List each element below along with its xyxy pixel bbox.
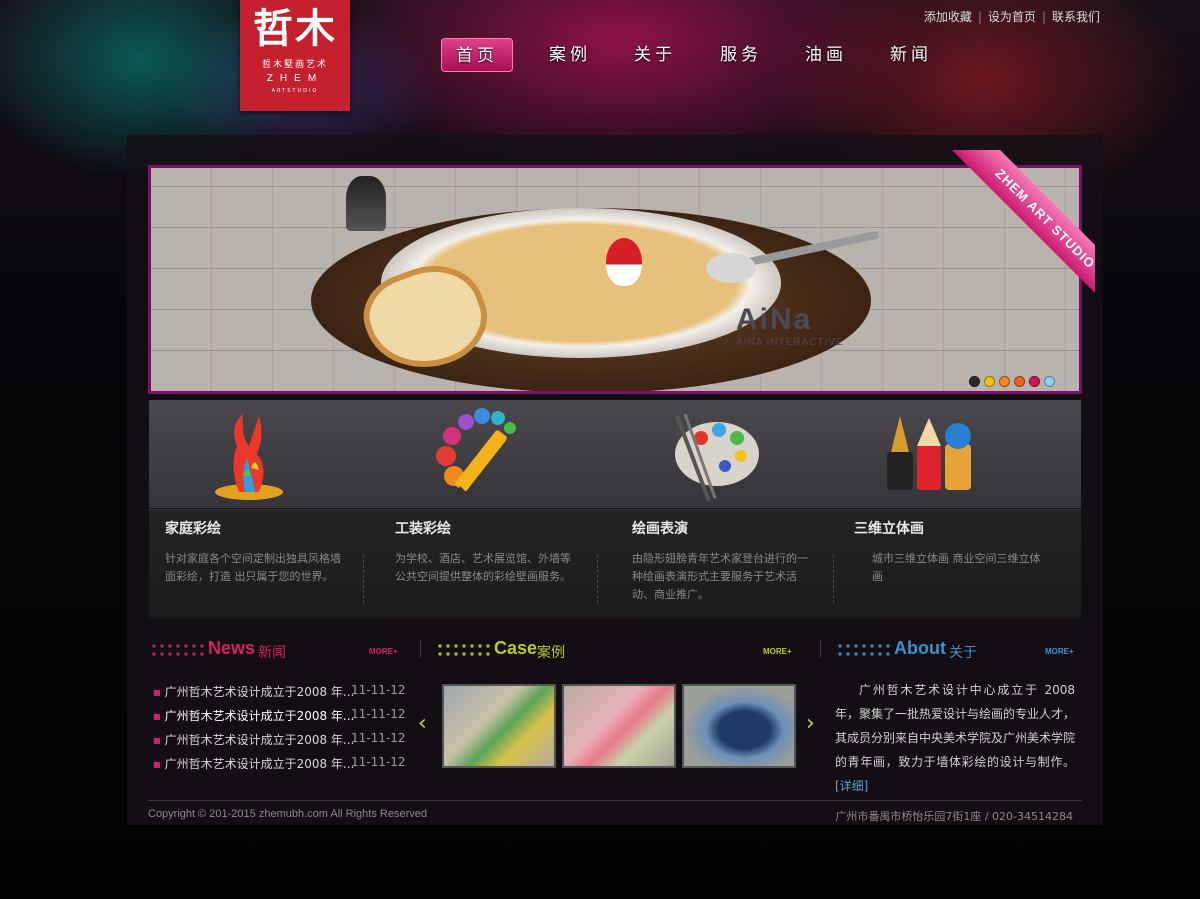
about-title-cn: 关于 xyxy=(949,645,977,661)
news-item-title[interactable]: 广州哲木艺术设计成立于2008 年... xyxy=(165,709,355,723)
sparkle-decoration xyxy=(436,642,492,658)
services-panel: 家庭彩绘 针对家庭各个空间定制出独具风格墙面彩绘，打造 出只属于您的世界。 工装… xyxy=(148,399,1082,619)
service-title-home[interactable]: 家庭彩绘 xyxy=(165,518,221,538)
contact-link[interactable]: 联系我们 xyxy=(1052,10,1100,24)
news-item-title[interactable]: 广州哲木艺术设计成立于2008 年... xyxy=(165,733,355,747)
case-next-arrow-icon[interactable]: › xyxy=(806,711,815,736)
nav-cases[interactable]: 案例 xyxy=(534,38,606,72)
news-item[interactable]: ■ 广州哲木艺术设计成立于2008 年... 11-11-12 xyxy=(153,683,406,707)
case-thumbnail[interactable] xyxy=(442,684,556,768)
case-header: Case 案例 xyxy=(436,638,696,662)
service-text-commercial: 为学校、酒店、艺术展览馆、外墙等公共空间提供整体的彩绘壁画服务。 xyxy=(395,552,571,583)
about-body: 广州哲木艺术设计中心成立于 2008 年，聚集了一批热爱设计与绘画的专业人才，其… xyxy=(835,683,1076,769)
pen-pencil-brush-icon xyxy=(887,416,971,490)
news-item-title[interactable]: 广州哲木艺术设计成立于2008 年... xyxy=(165,685,355,699)
about-header: About 关于 xyxy=(836,638,1076,662)
about-more-link[interactable]: MORE+ xyxy=(1045,647,1074,656)
sparkle-decoration xyxy=(150,642,206,658)
nav-oil-painting[interactable]: 油画 xyxy=(790,38,862,72)
news-item-date: 11-11-12 xyxy=(351,683,406,697)
set-homepage-link[interactable]: 设为首页 xyxy=(988,10,1036,24)
about-detail-link[interactable]: [详细] xyxy=(835,779,868,793)
slider-dot[interactable] xyxy=(984,376,995,387)
palette-icon xyxy=(675,413,759,502)
paint-splash-icon xyxy=(215,414,283,500)
slider-dot[interactable] xyxy=(1014,376,1025,387)
case-more-link[interactable]: MORE+ xyxy=(763,647,792,656)
case-thumbnail[interactable] xyxy=(682,684,796,768)
copyright: Copyright © 201-2015 zhemubh.com All Rig… xyxy=(148,808,427,820)
nav-home[interactable]: 首页 xyxy=(441,38,513,72)
banner-person xyxy=(346,176,386,231)
corner-ribbon: ZHEM ART STUDIO xyxy=(940,150,1095,300)
add-favorite-link[interactable]: 添加收藏 xyxy=(924,10,972,24)
slider-dot[interactable] xyxy=(1044,376,1055,387)
case-thumbnail[interactable] xyxy=(562,684,676,768)
case-prev-arrow-icon[interactable]: ‹ xyxy=(418,711,427,736)
service-title-3d[interactable]: 三维立体画 xyxy=(854,518,924,538)
news-title-en: News xyxy=(208,638,256,658)
news-item[interactable]: ■ 广州哲木艺术设计成立于2008 年... 11-11-12 xyxy=(153,731,406,755)
slider-dot[interactable] xyxy=(969,376,980,387)
brand-subtitle: AINA INTERACTIVE xyxy=(736,337,844,348)
top-links: 添加收藏 | 设为首页 | 联系我们 xyxy=(923,10,1100,24)
news-item-date: 11-11-12 xyxy=(351,755,406,769)
logo-subtitle: 哲木墅画艺术 xyxy=(261,60,328,70)
services-divider xyxy=(149,508,1081,509)
news-more-link[interactable]: MORE+ xyxy=(369,647,398,656)
nav-services[interactable]: 服务 xyxy=(705,38,777,72)
banner-spoon-head xyxy=(706,253,756,283)
news-item-date: 11-11-12 xyxy=(351,731,406,745)
case-title-en: Case xyxy=(494,638,538,658)
news-item-date: 11-11-12 xyxy=(351,707,406,721)
brand-logo: AiNa xyxy=(736,303,813,336)
pencil-color-wheel-icon xyxy=(436,408,516,498)
news-item[interactable]: ■ 广州哲木艺术设计成立于2008 年... 11-11-12 xyxy=(153,707,406,731)
logo-en-sub: ARTSTUDIO xyxy=(271,88,319,94)
footer-line xyxy=(148,800,1082,801)
news-item-title[interactable]: 广州哲木艺术设计成立于2008 年... xyxy=(165,757,355,771)
banner-bobber xyxy=(606,238,642,286)
service-separator xyxy=(833,555,834,603)
service-separator xyxy=(597,555,598,603)
column-separator xyxy=(420,640,421,658)
sparkle-decoration xyxy=(836,642,892,658)
service-title-commercial[interactable]: 工装彩绘 xyxy=(395,518,451,538)
nav-about[interactable]: 关于 xyxy=(619,38,691,72)
slider-dot[interactable] xyxy=(999,376,1010,387)
logo-title: 哲木 xyxy=(253,5,337,52)
case-title-cn: 案例 xyxy=(537,645,565,661)
news-item[interactable]: ■ 广州哲木艺术设计成立于2008 年... 11-11-12 xyxy=(153,755,406,779)
logo[interactable]: 哲木 哲木墅画艺术 ZHEM ARTSTUDIO xyxy=(240,0,350,111)
about-text: 广州哲木艺术设计中心成立于 2008 年，聚集了一批热爱设计与绘画的专业人才，其… xyxy=(835,678,1075,798)
logo-en: ZHEM xyxy=(266,73,324,84)
nav-news[interactable]: 新闻 xyxy=(875,38,947,72)
service-text-3d: 城市三维立体画 商业空间三维立体画 xyxy=(872,552,1041,583)
service-separator xyxy=(363,555,364,603)
column-separator xyxy=(820,640,821,658)
service-text-performance: 由隐形翅膀青年艺术家登台进行的一种绘画表演形式主要服务于艺术活动、商业推广。 xyxy=(632,552,808,601)
service-text-home: 针对家庭各个空间定制出独具风格墙面彩绘，打造 出只属于您的世界。 xyxy=(165,552,341,583)
address: 广州市番禺市桥怡乐园7街1座 / 020-34514284 xyxy=(835,810,1073,823)
about-title-en: About xyxy=(894,638,946,658)
news-title-cn: 新闻 xyxy=(258,645,286,661)
banner-brand: AiNa AINA INTERACTIVE xyxy=(736,303,844,348)
service-title-performance[interactable]: 绘画表演 xyxy=(632,518,688,538)
slider-dot[interactable] xyxy=(1029,376,1040,387)
ribbon-label: ZHEM ART STUDIO xyxy=(951,150,1095,300)
